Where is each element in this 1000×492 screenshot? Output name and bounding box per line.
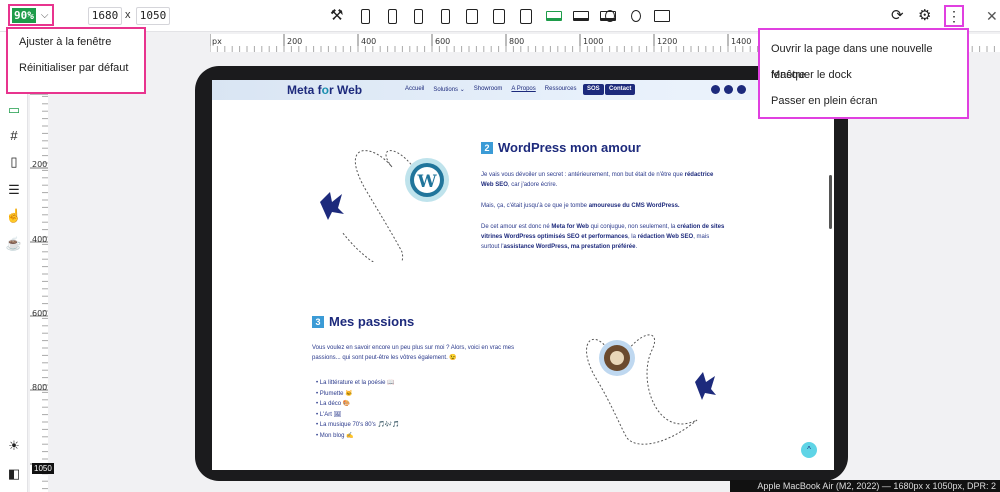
nav-link-a-propos[interactable]: A Propos (511, 86, 535, 93)
phone-icon[interactable] (383, 6, 401, 26)
nav-link-showroom[interactable]: Showroom (474, 86, 503, 93)
size-badge: 1050 (32, 463, 54, 474)
width-input[interactable]: 1680 (88, 7, 122, 25)
vertical-ruler: 200 400 600 800 (30, 52, 48, 492)
ruler-label: 1200 (657, 37, 678, 46)
ruler-label: 800 (509, 37, 525, 46)
ruler-label: 200 (287, 37, 303, 46)
mail-icon[interactable] (724, 85, 733, 94)
menu-item-hide-dock[interactable]: Masquer le dock (760, 62, 967, 88)
device-screen: Meta for Web Accueil Solutions ⌄ Showroo… (212, 80, 834, 470)
kebab-icon[interactable]: ⋮ (944, 5, 964, 27)
tablet-icon[interactable] (490, 6, 508, 26)
menu-item-fit-window[interactable]: Ajuster à la fenêtre (8, 29, 144, 55)
device-frame-icon[interactable]: ▯ (5, 154, 23, 170)
ruler-label: 600 (435, 37, 451, 46)
list-item: La littérature et la poésie 📖 (316, 378, 400, 389)
wordpress-heart-illustration: W (320, 150, 449, 262)
phone-icon[interactable] (356, 6, 374, 26)
site-nav-links: Accueil Solutions ⌄ Showroom A Propos Re… (405, 86, 585, 93)
site-navbar: Meta for Web Accueil Solutions ⌄ Showroo… (212, 80, 834, 100)
section-title-passions: 3 Mes passions (312, 314, 414, 329)
coffee-icon[interactable]: ☕ (5, 236, 23, 252)
list-item: Plumette 🐱 (316, 389, 400, 400)
brightness-icon[interactable]: ☀ (5, 438, 23, 454)
nav-link-accueil[interactable]: Accueil (405, 86, 424, 93)
ruler-label: 600 (32, 309, 48, 318)
menu-item-open-new-window[interactable]: Ouvrir la page dans une nouvelle fenêtre (760, 36, 967, 81)
ruler-label: 200 (32, 160, 48, 169)
laptop-icon[interactable] (545, 6, 563, 26)
chevron-down-icon[interactable]: ⌵ (41, 10, 49, 21)
touch-icon[interactable]: ☝ (5, 208, 23, 224)
linkedin-icon[interactable] (711, 85, 720, 94)
sidebar-icon[interactable]: ◧ (5, 466, 23, 482)
watch-icon[interactable] (627, 6, 645, 26)
contact-button[interactable]: Contact (605, 84, 636, 95)
menu-item-reset-default[interactable]: Réinitialiser par défaut (8, 55, 144, 81)
facebook-icon[interactable] (737, 85, 746, 94)
zoom-menu: Ajuster à la fenêtre Réinitialiser par d… (6, 27, 146, 94)
coffee-heart-illustration (586, 334, 716, 445)
section-text-passions: Vous voulez en savoir encore un peu plus… (312, 345, 515, 361)
tablet-icon[interactable] (463, 6, 481, 26)
sos-button[interactable]: SOS (583, 84, 604, 95)
back-to-top-button[interactable]: ^ (801, 442, 817, 458)
phone-icon[interactable] (409, 6, 427, 26)
passions-list: La littérature et la poésie 📖 Plumette 🐱… (316, 378, 400, 441)
dimension-separator: x (125, 9, 131, 21)
laptop-icon[interactable] (572, 6, 590, 26)
list-item: La musique 70's 80's 🎵🎶🎵 (316, 420, 400, 431)
list-item: L'Art 🖼 (316, 410, 400, 421)
ruler-label: 1000 (583, 37, 604, 46)
section-text-wordpress: Je vais vous dévoiler un secret : antéri… (481, 172, 725, 250)
phone-icon[interactable] (436, 6, 454, 26)
gear-icon[interactable]: ⚙ (918, 6, 931, 26)
columns-icon[interactable]: ☰ (5, 182, 23, 198)
page-scrollbar[interactable] (829, 175, 832, 229)
list-item: Mon blog ✍ (316, 431, 400, 442)
menu-item-fullscreen[interactable]: Passer en plein écran (760, 88, 967, 114)
ruler-label: 800 (32, 383, 48, 392)
ruler-label: 400 (32, 235, 48, 244)
list-item: La déco 🎨 (316, 399, 400, 410)
section-title-wordpress: 2 WordPress mon amour (481, 140, 641, 155)
ruler-unit: px (212, 37, 222, 46)
close-icon[interactable]: ✕ (986, 8, 998, 25)
height-input[interactable]: 1050 (136, 7, 170, 25)
nav-link-solutions[interactable]: Solutions ⌄ (433, 86, 464, 93)
tools-icon[interactable]: ⚒ (330, 6, 343, 26)
nav-link-ressources[interactable]: Ressources (545, 86, 577, 93)
zoom-select[interactable]: 90% ⌵ (8, 4, 54, 26)
left-toolbar: ▭ # ▯ ☰ ☝ ☕ ☀ ◧ (0, 32, 28, 492)
svg-text:W: W (416, 172, 437, 192)
site-logo[interactable]: Meta for Web (287, 83, 362, 97)
monitor-icon[interactable] (653, 6, 671, 26)
reload-icon[interactable]: ⟳ (891, 6, 904, 26)
watch-icon[interactable] (601, 6, 619, 26)
more-menu: Ouvrir la page dans une nouvelle fenêtre… (758, 28, 969, 119)
ruler-label: 1400 (731, 37, 752, 46)
zoom-value: 90% (12, 7, 36, 23)
ruler-label: 400 (361, 37, 377, 46)
grid-icon[interactable]: # (5, 128, 23, 143)
tablet-icon[interactable] (517, 6, 535, 26)
ruler-icon[interactable]: ▭ (5, 102, 23, 118)
device-status-bar: Apple MacBook Air (M2, 2022) — 1680px x … (730, 480, 1000, 492)
